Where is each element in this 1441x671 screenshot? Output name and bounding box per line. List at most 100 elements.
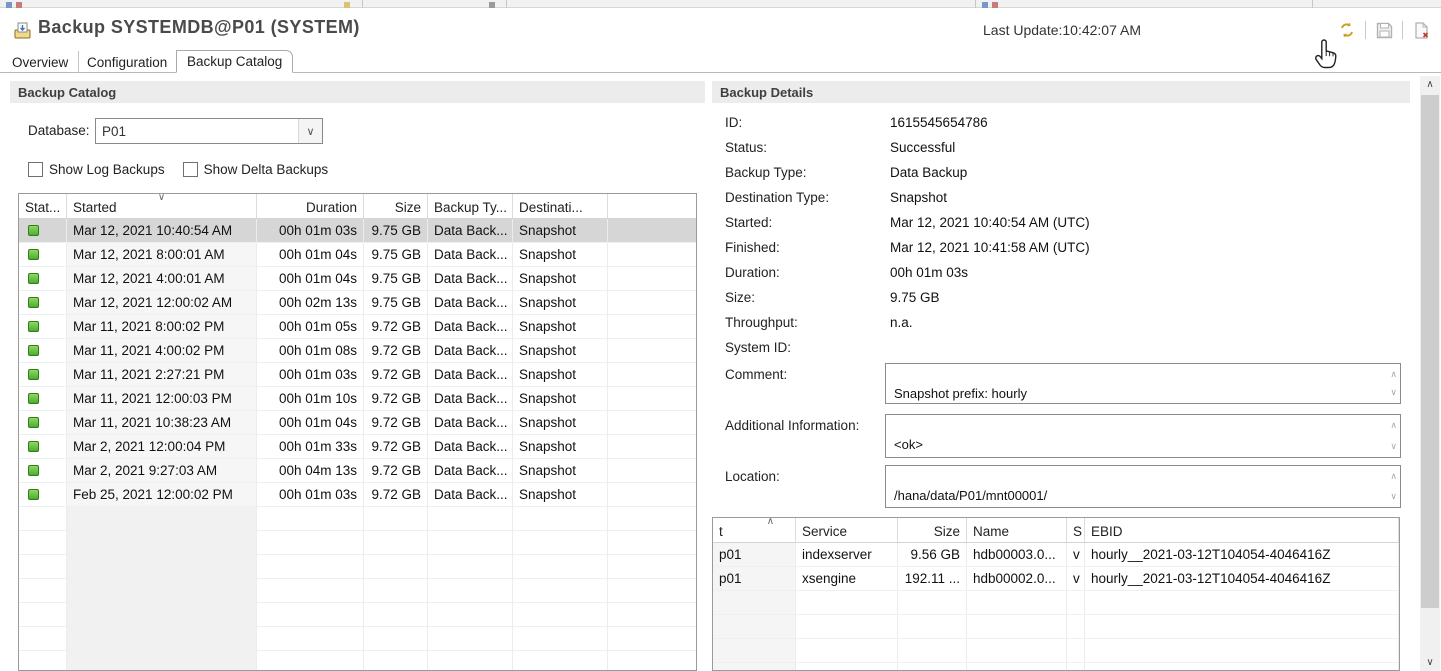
vertical-scrollbar[interactable]: ∧ ∨ [1420,76,1440,671]
status-cell [19,411,67,434]
last-update-label: Last Update:10:42:07 AM [983,22,1141,38]
destination-cell: Snapshot [513,243,608,266]
empty-cell [19,603,67,626]
detail-label-7: Size: [725,290,755,305]
empty-cell [513,555,608,578]
files-column-header-name[interactable]: Name [967,518,1067,542]
page-title: Backup SYSTEMDB@P01 (SYSTEM) [38,17,360,38]
table-row[interactable]: Mar 2, 2021 9:27:03 AM00h 04m 13s9.72 GB… [19,459,696,483]
empty-cell [513,507,608,530]
status-cell [19,459,67,482]
additional-information-field[interactable]: <ok> ∧ ∨ [885,414,1401,458]
checkbox-box[interactable] [183,162,198,177]
table-row[interactable]: Mar 11, 2021 10:38:23 AM00h 01m 04s9.72 … [19,411,696,435]
tab-configuration[interactable]: Configuration [77,51,178,73]
scroll-down-icon[interactable]: ∨ [1390,438,1397,455]
empty-cell [67,603,257,626]
duration-cell: 00h 01m 04s [257,411,364,434]
files-column-header-t[interactable]: t∧ [713,518,796,542]
empty-cell [713,663,796,671]
duration-cell: 00h 04m 13s [257,459,364,482]
table-row[interactable]: Mar 12, 2021 12:00:02 AM00h 02m 13s9.75 … [19,291,696,315]
files-column-header-s[interactable]: S [1067,518,1085,542]
column-header-started[interactable]: Started∨ [67,194,257,218]
empty-cell [257,651,364,671]
delete-backup-icon[interactable] [1409,18,1433,42]
show-delta-backups-checkbox[interactable]: Show Delta Backups [183,162,329,177]
scroll-up-icon[interactable]: ∧ [1420,76,1440,93]
chevron-down-icon[interactable]: ∨ [298,119,322,143]
table-row[interactable]: p01xsengine192.11 ...hdb00002.0...vhourl… [713,567,1399,591]
empty-cell [428,579,513,602]
tab-backup-catalog[interactable]: Backup Catalog [176,50,293,73]
tab-overview[interactable]: Overview [2,51,79,73]
empty-table-row [713,639,1399,663]
duration-cell: 00h 01m 08s [257,339,364,362]
backup-files-table[interactable]: t∧ServiceSizeNameSEBIDp01indexserver9.56… [712,517,1400,671]
table-row[interactable]: Mar 11, 2021 12:00:03 PM00h 01m 10s9.72 … [19,387,696,411]
detail-label-3: Destination Type: [725,190,829,205]
database-label: Database: [28,123,90,138]
table-row[interactable]: Mar 2, 2021 12:00:04 PM00h 01m 33s9.72 G… [19,435,696,459]
filler-cell [608,363,696,386]
empty-cell [898,663,967,671]
files-column-header-ebid[interactable]: EBID [1085,518,1399,542]
show-log-backups-checkbox[interactable]: Show Log Backups [28,162,165,177]
database-select[interactable]: P01 ∨ [95,118,323,144]
table-row[interactable]: Mar 12, 2021 8:00:01 AM00h 01m 04s9.75 G… [19,243,696,267]
table-row[interactable]: Mar 11, 2021 8:00:02 PM00h 01m 05s9.72 G… [19,315,696,339]
column-header-size[interactable]: Size [364,194,428,218]
size-cell: 9.72 GB [364,315,428,338]
empty-cell [967,639,1067,662]
table-row[interactable]: Mar 12, 2021 4:00:01 AM00h 01m 04s9.75 G… [19,267,696,291]
empty-cell [364,531,428,554]
destination-cell: Snapshot [513,459,608,482]
location-field[interactable]: /hana/data/P01/mnt00001/ ∧ ∨ [885,465,1401,508]
column-header-backupty[interactable]: Backup Ty... [428,194,513,218]
scroll-up-icon[interactable]: ∧ [1390,468,1397,485]
scrollbar-thumb[interactable] [1421,95,1439,608]
scroll-down-icon[interactable]: ∨ [1420,654,1440,671]
empty-cell [1085,639,1399,662]
detail-value-5: Mar 12, 2021 10:41:58 AM (UTC) [890,240,1090,255]
table-row[interactable]: Mar 12, 2021 10:40:54 AM00h 01m 03s9.75 … [19,219,696,243]
table-row[interactable]: Feb 25, 2021 12:00:02 PM00h 01m 03s9.72 … [19,483,696,507]
refresh-icon[interactable] [1335,18,1359,42]
scroll-down-icon[interactable]: ∨ [1390,488,1397,505]
empty-cell [513,651,608,671]
empty-cell [608,579,696,602]
detail-value-0: 1615545654786 [890,115,988,130]
empty-table-row [19,651,696,671]
table-row[interactable]: Mar 11, 2021 4:00:02 PM00h 01m 08s9.72 G… [19,339,696,363]
empty-cell [898,639,967,662]
destination-cell: Snapshot [513,363,608,386]
files-column-header-service[interactable]: Service [796,518,898,542]
filter-checkboxes: Show Log Backups Show Delta Backups [28,162,328,177]
column-header-stat[interactable]: Stat... [19,194,67,218]
empty-table-row [19,531,696,555]
backup-type-cell: Data Back... [428,219,513,242]
scroll-up-icon[interactable]: ∧ [1390,366,1397,383]
status-success-icon [28,225,39,236]
empty-cell [257,507,364,530]
files-column-header-size[interactable]: Size [898,518,967,542]
backup-catalog-table[interactable]: Stat...Started∨DurationSizeBackup Ty...D… [18,193,697,671]
view-tabs: Overview Configuration Backup Catalog [0,50,1441,73]
detail-label-0: ID: [725,115,742,130]
comment-field[interactable]: Snapshot prefix: hourly Tools version: 5… [885,363,1401,404]
empty-table-row [19,555,696,579]
status-success-icon [28,465,39,476]
filler-cell [608,267,696,290]
destination-cell: Snapshot [513,483,608,506]
size-cell: 9.75 GB [364,219,428,242]
save-icon[interactable] [1372,18,1396,42]
table-row[interactable]: p01indexserver9.56 GBhdb00003.0...vhourl… [713,543,1399,567]
empty-cell [67,531,257,554]
checkbox-box[interactable] [28,162,43,177]
scroll-down-icon[interactable]: ∨ [1390,384,1397,401]
filler-cell [608,291,696,314]
column-header-duration[interactable]: Duration [257,194,364,218]
table-row[interactable]: Mar 11, 2021 2:27:21 PM00h 01m 03s9.72 G… [19,363,696,387]
scroll-up-icon[interactable]: ∧ [1390,417,1397,434]
column-header-destinati[interactable]: Destinati... [513,194,608,218]
